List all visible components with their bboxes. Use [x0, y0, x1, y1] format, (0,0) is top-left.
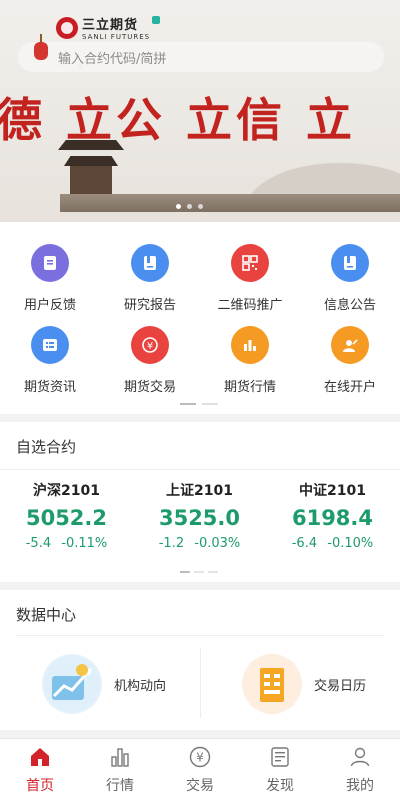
quick-item-news[interactable]: 期货资讯 — [0, 326, 100, 395]
card-label: 交易日历 — [314, 678, 367, 694]
tab-label: 发现 — [266, 778, 294, 794]
contract-name: 中证2101 — [299, 483, 366, 499]
contract-change-pct: -0.11% — [61, 536, 108, 551]
yen-circle-icon: ¥ — [189, 746, 211, 768]
contract-name: 沪深2101 — [33, 483, 100, 499]
quick-item-label: 期货行情 — [223, 380, 276, 395]
quick-item-market[interactable]: 期货行情 — [200, 326, 300, 395]
quick-item-label: 研究报告 — [123, 298, 176, 313]
report-icon — [131, 244, 169, 282]
quick-item-qrcode[interactable]: 二维码推广 — [200, 244, 300, 313]
qrcode-icon — [231, 244, 269, 282]
quick-item-trade[interactable]: ¥ 期货交易 — [100, 326, 200, 395]
quick-item-label: 信息公告 — [323, 298, 376, 313]
banner-slogan: 德 立公 立信 立 — [0, 93, 357, 147]
contract-change-value: -5.4 — [25, 536, 52, 551]
quick-item-report[interactable]: 研究报告 — [100, 244, 200, 313]
quick-item-label: 二维码推广 — [217, 298, 283, 313]
contract-price: 3525.0 — [158, 506, 241, 530]
quick-item-label: 在线开户 — [323, 380, 376, 395]
contract-price: 6198.4 — [291, 506, 374, 530]
page-indicator — [194, 571, 204, 573]
contract-change-value: -1.2 — [158, 536, 185, 551]
watchlist-pagination — [180, 571, 218, 573]
page-indicator — [180, 403, 196, 405]
account-open-icon — [331, 326, 369, 364]
trading-calendar-card[interactable]: 交易日历 — [242, 648, 366, 720]
svg-text:¥: ¥ — [147, 341, 153, 352]
contract-card[interactable]: 上证2101 3525.0 -1.2 -0.03% — [133, 480, 266, 551]
logo-mark-icon — [56, 16, 78, 39]
data-center-section: 数据中心 机构动向 交易日历 — [0, 590, 400, 730]
tab-trade[interactable]: ¥ 交易 — [160, 739, 240, 800]
tab-label: 交易 — [186, 778, 214, 794]
tab-label: 行情 — [106, 778, 134, 794]
market-icon — [111, 748, 129, 767]
card-divider — [200, 648, 201, 718]
banner-dot — [198, 204, 203, 209]
quick-item-open-account[interactable]: 在线开户 — [300, 326, 400, 395]
page-indicator — [180, 571, 190, 573]
contract-change-pct: -0.03% — [194, 536, 241, 551]
tab-label: 首页 — [26, 778, 54, 794]
search-input[interactable]: 输入合约代码/简拼 — [18, 42, 384, 72]
bottom-tab-bar: 首页 行情 ¥ 交易 发现 我的 — [0, 738, 400, 800]
page-indicator — [202, 403, 218, 405]
contract-change: -1.2 -0.03% — [133, 536, 266, 551]
banner-dot — [176, 204, 181, 209]
contract-change: -6.4 -0.10% — [266, 536, 399, 551]
quick-menu-pagination — [180, 403, 218, 405]
contract-change-value: -6.4 — [291, 536, 318, 551]
quick-item-notice[interactable]: 信息公告 — [300, 244, 400, 313]
banner-pagination — [176, 204, 203, 209]
quick-item-label: 用户反馈 — [23, 298, 76, 313]
svg-text:¥: ¥ — [196, 751, 204, 765]
app-home-screen: 德 立公 立信 立 三立期货 SANLI FUTURES 输入合约代码/简拼 用… — [0, 0, 400, 800]
contract-card[interactable]: 沪深2101 5052.2 -5.4 -0.11% — [0, 480, 133, 551]
data-center-title: 数据中心 — [16, 590, 384, 636]
yen-icon: ¥ — [131, 326, 169, 364]
logo-dot — [152, 15, 161, 24]
contract-change-pct: -0.10% — [327, 536, 374, 551]
quick-item-feedback[interactable]: 用户反馈 — [0, 244, 100, 313]
contract-change: -5.4 -0.11% — [0, 536, 133, 551]
contract-price: 5052.2 — [25, 506, 108, 530]
user-icon — [350, 747, 370, 767]
banner-wall-image — [60, 194, 400, 212]
feedback-icon — [31, 244, 69, 282]
lantern-icon — [34, 34, 48, 60]
trend-chart-icon — [42, 654, 102, 714]
contract-card[interactable]: 中证2101 6198.4 -6.4 -0.10% — [266, 480, 399, 551]
notice-icon — [331, 244, 369, 282]
card-label: 机构动向 — [114, 678, 167, 694]
calendar-icon — [242, 654, 302, 714]
quick-item-label: 期货交易 — [123, 380, 176, 395]
tab-mine[interactable]: 我的 — [320, 739, 400, 800]
news-icon — [31, 326, 69, 364]
banner-dot — [187, 204, 192, 209]
home-icon — [31, 748, 49, 766]
watchlist-title: 自选合约 — [0, 422, 400, 470]
page-indicator — [208, 571, 218, 573]
brand-logo: 三立期货 SANLI FUTURES — [56, 14, 161, 41]
logo-text-cn: 三立期货 — [82, 18, 139, 33]
contract-name: 上证2101 — [166, 483, 233, 499]
institution-trend-card[interactable]: 机构动向 — [42, 648, 166, 720]
quick-menu: 用户反馈 研究报告 二维码推广 信息公告 期货资讯 ¥ 期货交易 期货行情 在线… — [0, 222, 400, 414]
tab-label: 我的 — [346, 778, 374, 794]
bar-chart-icon — [231, 326, 269, 364]
logo-text-en: SANLI FUTURES — [82, 33, 151, 41]
discover-icon — [271, 747, 289, 767]
tab-market[interactable]: 行情 — [80, 739, 160, 800]
tab-home[interactable]: 首页 — [0, 739, 80, 800]
promo-banner[interactable]: 德 立公 立信 立 三立期货 SANLI FUTURES 输入合约代码/简拼 — [0, 0, 400, 222]
tab-discover[interactable]: 发现 — [240, 739, 320, 800]
search-placeholder: 输入合约代码/简拼 — [58, 51, 167, 67]
watchlist-section: 自选合约 沪深2101 5052.2 -5.4 -0.11% 上证2101 35… — [0, 422, 400, 582]
quick-item-label: 期货资讯 — [23, 380, 76, 395]
